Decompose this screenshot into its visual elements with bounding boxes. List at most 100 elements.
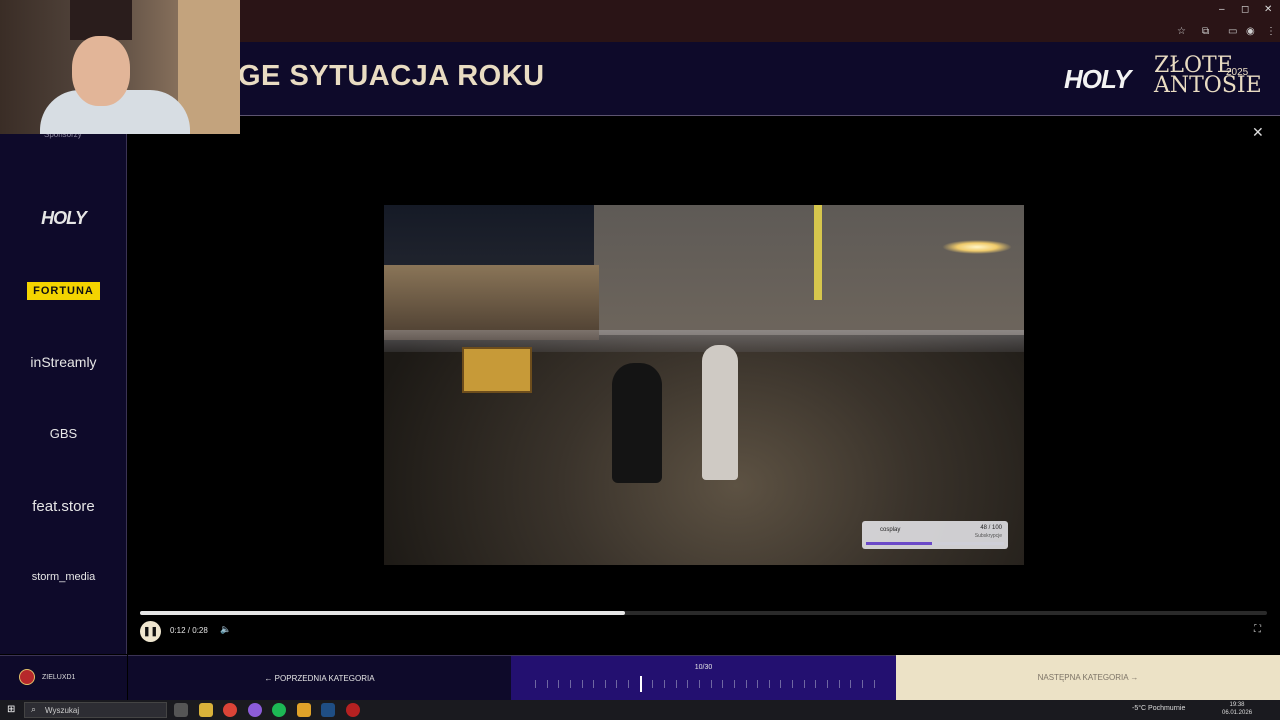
- windows-taskbar: ⊞ ⌕ Wyszukaj -5°C Pochmurnie 19:38 06.01…: [0, 700, 1280, 720]
- prev-category-button[interactable]: ← POPRZEDNIA KATEGORIA: [128, 655, 511, 700]
- goal-bar: [866, 542, 1004, 545]
- category-tick[interactable]: [569, 680, 571, 688]
- category-tick[interactable]: [815, 680, 817, 688]
- close-window-button[interactable]: ✕: [1264, 4, 1272, 15]
- search-icon: ⌕: [31, 704, 37, 714]
- holy-logo: HOLY: [1064, 64, 1131, 94]
- category-tick[interactable]: [628, 680, 630, 688]
- subscription-goal-overlay: cosplay 48 / 100 Subskrypcje: [862, 521, 1008, 549]
- category-tick[interactable]: [745, 680, 747, 688]
- category-tick-active[interactable]: [639, 676, 642, 692]
- app-icon[interactable]: [248, 703, 262, 717]
- category-tick[interactable]: [604, 680, 606, 688]
- category-tick[interactable]: [792, 680, 794, 688]
- avatar: [19, 669, 35, 685]
- category-tick[interactable]: [675, 680, 677, 688]
- category-tick[interactable]: [873, 680, 875, 688]
- goal-count: 48 / 100: [980, 525, 1002, 531]
- taskbar-clock[interactable]: 19:38 06.01.2026: [1222, 701, 1252, 717]
- category-tick[interactable]: [664, 680, 666, 688]
- windows-start-icon[interactable]: ⊞: [7, 704, 15, 715]
- video-progress-bar[interactable]: [140, 611, 1267, 615]
- category-tick[interactable]: [710, 680, 712, 688]
- extension-icon[interactable]: ⧉: [1202, 26, 1209, 37]
- sponsor-gbs[interactable]: GBS: [0, 426, 127, 441]
- spotify-icon[interactable]: [272, 703, 286, 717]
- cast-icon[interactable]: ▭: [1228, 26, 1237, 37]
- sponsor-instreamly[interactable]: inStreamly: [0, 354, 127, 370]
- logo-year: 2025: [1226, 67, 1249, 78]
- steam-icon[interactable]: [321, 703, 335, 717]
- category-tick[interactable]: [722, 680, 724, 688]
- category-tick[interactable]: [687, 680, 689, 688]
- category-tick[interactable]: [652, 680, 654, 688]
- category-tick[interactable]: [698, 680, 700, 688]
- prev-category-label: ← POPRZEDNIA KATEGORIA: [264, 674, 375, 683]
- sponsor-holy[interactable]: HOLY: [0, 208, 127, 229]
- logo-antosie-text: ANTOSIE: [1154, 73, 1262, 98]
- goal-bar-fill: [866, 542, 933, 545]
- category-tick[interactable]: [757, 680, 759, 688]
- category-tick[interactable]: [850, 680, 852, 688]
- video-lamp: [942, 240, 1012, 254]
- category-tick[interactable]: [803, 680, 805, 688]
- menu-icon[interactable]: ⋮: [1266, 26, 1276, 37]
- webcam-overlay: [0, 0, 240, 134]
- sponsor-storm-media[interactable]: storm_media: [0, 571, 127, 583]
- category-progress: 10/30: [511, 655, 896, 700]
- category-tick[interactable]: [780, 680, 782, 688]
- search-placeholder: Wyszukaj: [45, 706, 80, 715]
- category-tick[interactable]: [838, 680, 840, 688]
- category-tick[interactable]: [535, 680, 536, 688]
- sponsor-featstore[interactable]: feat.store: [0, 498, 127, 515]
- page-title: GE SYTUACJA ROKU: [238, 60, 545, 92]
- volume-icon[interactable]: 🔈: [220, 624, 231, 635]
- webcam-led-panel: [70, 0, 132, 40]
- category-tick[interactable]: [827, 680, 829, 688]
- chrome-icon[interactable]: [223, 703, 237, 717]
- category-tick[interactable]: [733, 680, 735, 688]
- video-crane: [814, 205, 822, 300]
- category-tick[interactable]: [581, 680, 583, 688]
- maximize-button[interactable]: ◻: [1241, 4, 1249, 15]
- video-modal: ✕ cosplay 48 / 100 Subskrypcje ❚❚ 0:12 /…: [128, 116, 1280, 654]
- clock-time: 19:38: [1229, 702, 1245, 708]
- minimize-button[interactable]: –: [1219, 4, 1225, 15]
- user-panel[interactable]: ZIELUXD1: [0, 655, 127, 700]
- video-person-kneeling: [612, 363, 662, 483]
- fullscreen-icon[interactable]: ⛶: [1254, 624, 1261, 635]
- category-tick[interactable]: [593, 680, 595, 688]
- video-time: 0:12 / 0:28: [170, 626, 208, 635]
- task-view-icon[interactable]: [174, 703, 188, 717]
- pause-button[interactable]: ❚❚: [140, 621, 161, 642]
- category-tick[interactable]: [558, 680, 560, 688]
- clock-date: 06.01.2026: [1222, 710, 1253, 716]
- goal-word: Subskrypcje: [974, 533, 1002, 539]
- star-icon[interactable]: ☆: [1177, 26, 1186, 37]
- category-tick[interactable]: [861, 680, 863, 688]
- taskbar-search[interactable]: ⌕ Wyszukaj: [24, 702, 167, 718]
- profile-icon[interactable]: ◉: [1246, 26, 1255, 37]
- video-frame[interactable]: cosplay 48 / 100 Subskrypcje: [384, 205, 1024, 565]
- video-scaffold: [594, 205, 1024, 335]
- sponsor-fortuna[interactable]: FORTUNA: [27, 282, 100, 300]
- category-tick[interactable]: [768, 680, 770, 688]
- sponsors-sidebar: Sponsorzy HOLY FORTUNA inStreamly GBS fe…: [0, 116, 127, 654]
- goal-name: cosplay: [880, 527, 901, 533]
- webcam-person-head: [72, 36, 130, 106]
- video-person-standing: [702, 345, 738, 480]
- username: ZIELUXD1: [42, 674, 76, 681]
- category-tick[interactable]: [546, 680, 548, 688]
- game-icon[interactable]: [297, 703, 311, 717]
- video-progress-fill: [140, 611, 625, 615]
- category-counter: 10/30: [694, 664, 713, 671]
- video-buildings: [384, 265, 599, 340]
- category-tick[interactable]: [616, 680, 618, 688]
- category-ticks: [535, 676, 875, 692]
- close-icon[interactable]: ✕: [1252, 124, 1264, 141]
- obs-icon[interactable]: [346, 703, 360, 717]
- video-booth: [462, 347, 532, 393]
- weather-text[interactable]: -5°C Pochmurnie: [1132, 705, 1185, 712]
- file-explorer-icon[interactable]: [199, 703, 213, 717]
- next-category-button[interactable]: NASTĘPNA KATEGORIA →: [896, 655, 1280, 700]
